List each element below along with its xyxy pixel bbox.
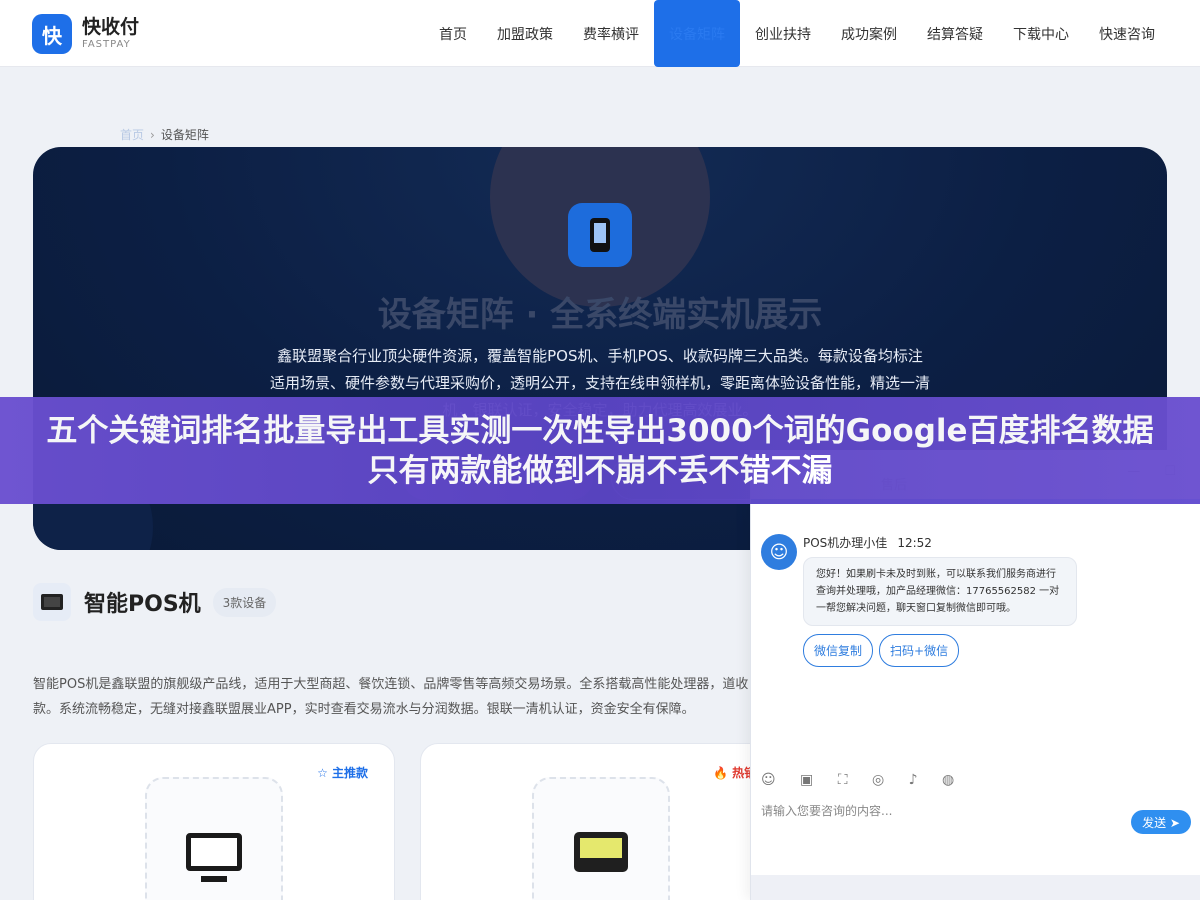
nav-rate-compare[interactable]: 费率横评 bbox=[568, 0, 654, 67]
logo[interactable]: 快 快收付 FASTPAY bbox=[32, 14, 139, 54]
product-image bbox=[145, 777, 283, 900]
nav-quick-consult[interactable]: 快速咨询 bbox=[1084, 0, 1170, 67]
section-title: 智能POS机 bbox=[84, 592, 201, 617]
pos-terminal-icon bbox=[574, 832, 628, 872]
hero-title: 设备矩阵 · 全系终端实机展示 bbox=[377, 295, 823, 335]
device-count-badge: 3款设备 bbox=[212, 587, 277, 617]
top-header: 快 快收付 FASTPAY 首页 加盟政策 费率横评 设备矩阵 创业扶持 成功案… bbox=[0, 0, 1200, 67]
message-bubble: 您好！如果刷卡未及时到账，可以联系我们服务商进行查询并处理哦，加产品经理微信：1… bbox=[803, 557, 1077, 626]
logo-name: 快收付 bbox=[82, 16, 140, 38]
product-image bbox=[532, 777, 670, 900]
banner-text: 五个关键词排名批量导出工具实测一次性导出3000个词的Google百度排名数据只… bbox=[46, 413, 1154, 489]
nav-home[interactable]: 首页 bbox=[424, 0, 482, 67]
nav-franchise-policy[interactable]: 加盟政策 bbox=[482, 0, 568, 67]
message-time: 12:52 bbox=[897, 536, 932, 550]
section-description: 智能POS机是鑫联盟的旗舰级产品线，适用于大型商超、餐饮连锁、品牌零售等高频交易… bbox=[33, 677, 749, 717]
product-card[interactable]: ☆ 主推款 bbox=[33, 743, 395, 900]
section-header: 智能POS机 3款设备 bbox=[33, 583, 277, 621]
nav-startup-support[interactable]: 创业扶持 bbox=[740, 0, 826, 67]
breadcrumb-home[interactable]: 首页 bbox=[120, 128, 144, 142]
chat-footer bbox=[751, 875, 1200, 900]
breadcrumb-separator: › bbox=[150, 128, 155, 142]
chat-widget: 售后 — ☐ ☺ POS机办理小佳12:52 您好！如果刷卡未及时到账，可以联系… bbox=[750, 450, 1200, 900]
logo-subtitle: FASTPAY bbox=[82, 39, 131, 50]
phone-icon bbox=[568, 203, 632, 267]
nav-download-center[interactable]: 下载中心 bbox=[998, 0, 1084, 67]
breadcrumb: 首页 › 设备矩阵 bbox=[120, 126, 209, 143]
chat-message: ☺ POS机办理小佳 12:52 您好！如果刷卡未及时到账，可以联系我们服务商进行… bbox=[761, 534, 1077, 626]
chat-toolbar[interactable]: ☺ ▣ ⛶ ◎ ♪ ◍ bbox=[761, 772, 964, 788]
nav-device-matrix[interactable]: 设备矩阵 bbox=[654, 0, 740, 67]
main-nav: 首页 加盟政策 费率横评 设备矩阵 创业扶持 成功案例 结算答疑 下载中心 快速… bbox=[424, 0, 1170, 67]
send-button[interactable]: 发送 ➤ bbox=[1131, 810, 1191, 834]
agent-name: POS机办理小佳 bbox=[803, 536, 888, 550]
monitor-icon bbox=[186, 833, 242, 882]
logo-mark: 快 bbox=[32, 14, 72, 54]
nav-success-cases[interactable]: 成功案例 bbox=[826, 0, 912, 67]
scan-wechat-button[interactable]: 扫码+微信 bbox=[879, 634, 960, 667]
featured-tag: ☆ 主推款 bbox=[317, 766, 368, 780]
breadcrumb-current: 设备矩阵 bbox=[160, 128, 209, 142]
product-card[interactable]: 🔥 热销 bbox=[420, 743, 782, 900]
chat-input[interactable]: 请输入您要咨询的内容... bbox=[761, 802, 892, 819]
overlay-banner: 五个关键词排名批量导出工具实测一次性导出3000个词的Google百度排名数据只… bbox=[0, 397, 1200, 504]
nav-settlement-faq[interactable]: 结算答疑 bbox=[912, 0, 998, 67]
agent-avatar: ☺ bbox=[761, 534, 797, 570]
monitor-icon bbox=[33, 583, 71, 621]
copy-wechat-button[interactable]: 微信复制 bbox=[803, 634, 874, 667]
